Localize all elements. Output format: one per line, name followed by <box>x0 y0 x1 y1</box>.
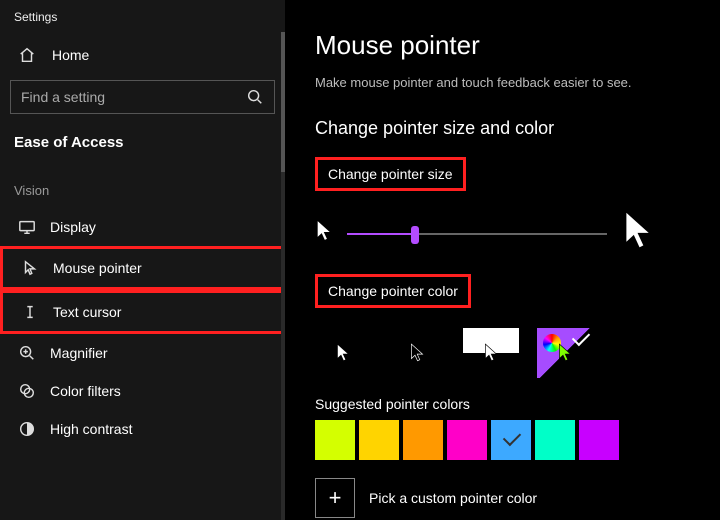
app-title: Settings <box>0 10 285 34</box>
pointer-color-custom[interactable] <box>537 328 593 378</box>
pointer-size-label: Change pointer size <box>315 157 466 191</box>
home-icon <box>18 46 36 64</box>
search-container <box>0 76 285 128</box>
sidebar-item-label: Mouse pointer <box>53 260 142 276</box>
pointer-color-inverted[interactable] <box>463 328 519 378</box>
home-label: Home <box>52 47 89 63</box>
pick-custom-color-label: Pick a custom pointer color <box>369 490 537 506</box>
sidebar-item-high-contrast[interactable]: High contrast <box>0 410 285 448</box>
sidebar-item-label: High contrast <box>50 421 132 437</box>
pointer-color-label: Change pointer color <box>315 274 471 308</box>
color-swatch-0[interactable] <box>315 420 355 460</box>
pointer-size-slider[interactable] <box>347 224 607 244</box>
color-swatch-4[interactable] <box>491 420 531 460</box>
section-title: Ease of Access <box>0 128 285 169</box>
section-heading: Change pointer size and color <box>315 118 698 139</box>
page-subtitle: Make mouse pointer and touch feedback ea… <box>315 75 698 90</box>
magnifier-icon <box>18 344 36 362</box>
sidebar-item-mouse-pointer[interactable]: Mouse pointer <box>0 246 285 290</box>
search-input[interactable] <box>21 89 246 105</box>
sidebar-item-display[interactable]: Display <box>0 208 285 246</box>
search-input-wrap[interactable] <box>10 80 275 114</box>
high-contrast-icon <box>18 420 36 438</box>
sidebar-scrollbar[interactable] <box>281 32 285 520</box>
suggested-colors-label: Suggested pointer colors <box>315 396 698 412</box>
color-swatch-1[interactable] <box>359 420 399 460</box>
cursor-large-icon <box>621 209 655 258</box>
sidebar-item-label: Magnifier <box>50 345 108 361</box>
page-title: Mouse pointer <box>315 30 698 61</box>
custom-color-row: + Pick a custom pointer color <box>315 478 698 518</box>
sidebar-item-color-filters[interactable]: Color filters <box>0 372 285 410</box>
sidebar: Settings Home Ease of Access Vision Disp… <box>0 0 285 520</box>
sidebar-item-label: Color filters <box>50 383 121 399</box>
pointer-color-options <box>315 328 698 378</box>
main-content: Mouse pointer Make mouse pointer and tou… <box>285 0 720 520</box>
color-swatch-3[interactable] <box>447 420 487 460</box>
cursor-small-icon <box>315 219 333 248</box>
mouse-pointer-icon <box>21 259 39 277</box>
pointer-color-white[interactable] <box>315 328 371 378</box>
pick-custom-color-button[interactable]: + <box>315 478 355 518</box>
home-button[interactable]: Home <box>0 34 285 76</box>
sidebar-item-magnifier[interactable]: Magnifier <box>0 334 285 372</box>
search-icon <box>246 88 264 106</box>
sidebar-item-label: Display <box>50 219 96 235</box>
color-swatch-5[interactable] <box>535 420 575 460</box>
text-cursor-icon <box>21 303 39 321</box>
monitor-icon <box>18 218 36 236</box>
color-swatch-2[interactable] <box>403 420 443 460</box>
sidebar-item-label: Text cursor <box>53 304 121 320</box>
suggested-color-swatches <box>315 420 698 460</box>
color-swatch-6[interactable] <box>579 420 619 460</box>
pointer-size-row <box>315 209 698 258</box>
sidebar-item-text-cursor[interactable]: Text cursor <box>0 290 285 334</box>
color-filters-icon <box>18 382 36 400</box>
pointer-color-black[interactable] <box>389 328 445 378</box>
group-vision-label: Vision <box>0 169 285 208</box>
